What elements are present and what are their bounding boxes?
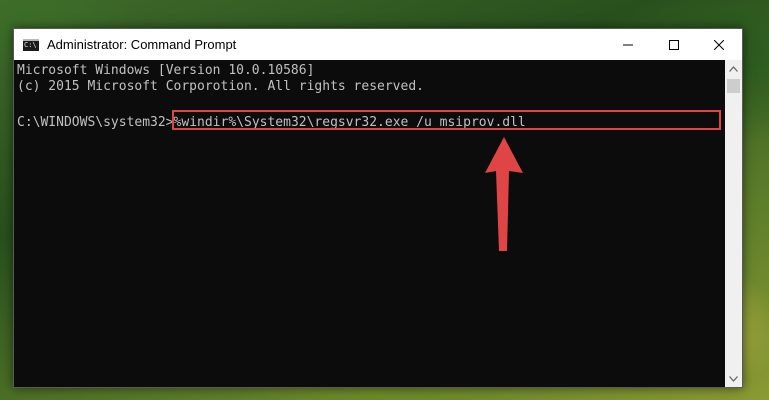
chevron-down-icon (729, 375, 738, 382)
command-prompt-window: C:\ Administrator: Command Prompt Micros… (13, 28, 743, 388)
console-output[interactable]: Microsoft Windows [Version 10.0.10586] (… (14, 60, 725, 387)
window-title: Administrator: Command Prompt (47, 37, 237, 52)
prompt: C:\WINDOWS\system32> (17, 115, 174, 130)
close-button[interactable] (696, 29, 742, 60)
maximize-button[interactable] (651, 29, 697, 60)
vertical-scrollbar[interactable] (725, 60, 742, 387)
scroll-thumb[interactable] (727, 79, 740, 93)
console-line-version: Microsoft Windows [Version 10.0.10586] (17, 63, 315, 78)
command-highlight-box (172, 110, 721, 130)
title-bar[interactable]: C:\ Administrator: Command Prompt (14, 29, 742, 60)
minimize-button[interactable] (605, 29, 651, 60)
console-line-copyright: (c) 2015 Microsoft Corporotion. All righ… (17, 79, 424, 94)
cmd-icon: C:\ (23, 38, 39, 51)
minimize-icon (623, 44, 633, 45)
up-arrow-icon (485, 137, 523, 251)
scroll-up-button[interactable] (725, 60, 742, 77)
close-icon (714, 39, 724, 50)
scroll-down-button[interactable] (725, 370, 742, 387)
chevron-up-icon (729, 65, 738, 72)
maximize-icon (669, 39, 679, 50)
